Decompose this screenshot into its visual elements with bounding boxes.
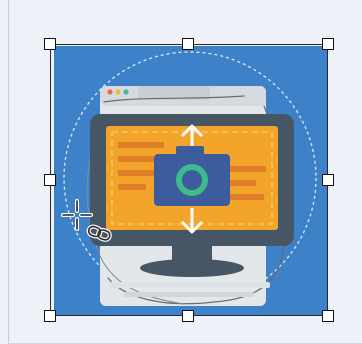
resize-handle-top-left[interactable]: [44, 38, 56, 50]
resize-handle-middle-left[interactable]: [44, 174, 56, 186]
camera-lens: [182, 170, 202, 190]
screen-line: [118, 156, 154, 162]
canvas-left-edge: [8, 0, 9, 344]
browser-dot-yellow-icon: [115, 89, 121, 95]
browser-dot-green-icon: [123, 89, 129, 95]
screen-line: [226, 166, 266, 172]
resize-handle-middle-right[interactable]: [322, 174, 334, 186]
screen-line: [118, 184, 146, 190]
screen-line: [226, 194, 264, 200]
selected-image[interactable]: [54, 46, 328, 316]
screen-line: [118, 142, 164, 148]
desk-line: [110, 282, 270, 288]
chain-link-icon: [86, 224, 114, 244]
resize-handle-bottom-center[interactable]: [182, 310, 194, 322]
resize-handle-bottom-right[interactable]: [322, 310, 334, 322]
editor-canvas: [0, 0, 362, 344]
resize-handle-top-right[interactable]: [322, 38, 334, 50]
monitor-base: [140, 259, 244, 277]
browser-dot-red-icon: [107, 89, 113, 95]
desk-line: [124, 292, 254, 297]
monitor-camera-illustration: [54, 46, 328, 316]
resize-handle-top-center[interactable]: [182, 38, 194, 50]
resize-handle-bottom-left[interactable]: [44, 310, 56, 322]
screen-line: [226, 180, 256, 186]
